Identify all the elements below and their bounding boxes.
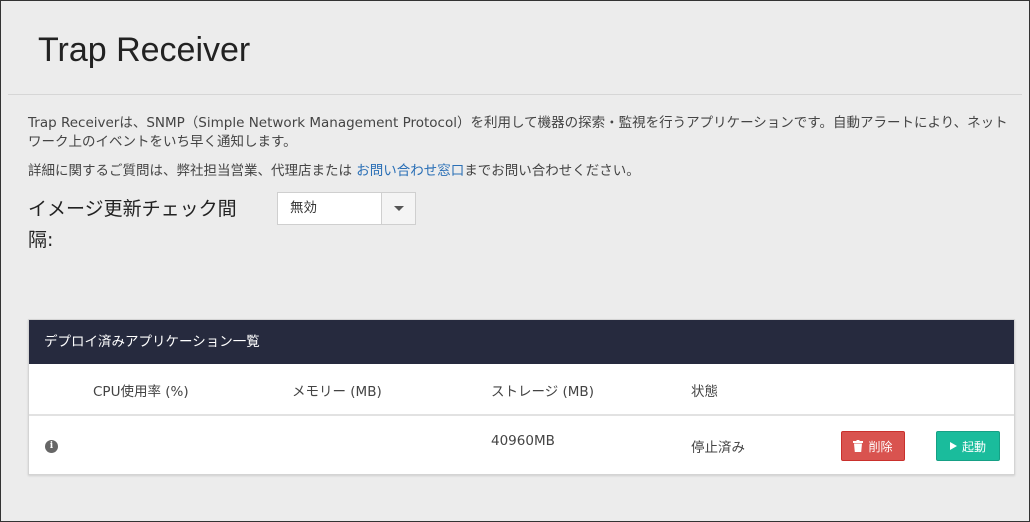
app-description: Trap Receiverは、SNMP（Simple Network Manag…	[28, 115, 1008, 150]
start-button[interactable]: 起動	[936, 431, 1000, 461]
image-check-interval-select[interactable]: 無効	[277, 192, 416, 225]
page-title: Trap Receiver	[38, 31, 251, 69]
title-divider	[8, 94, 1022, 95]
panel-title: デプロイ済みアプリケーション一覧	[29, 320, 1014, 364]
contact-note-prefix: 詳細に関するご質問は、弊社担当営業、代理店または	[28, 163, 357, 179]
status-value: 停止済み	[691, 440, 745, 456]
delete-button-label: 削除	[868, 439, 893, 454]
deployed-apps-panel: デプロイ済みアプリケーション一覧 CPU使用率 (%) メモリー (MB) スト…	[28, 319, 1015, 475]
image-check-interval-value[interactable]: 無効	[278, 193, 381, 224]
column-storage: ストレージ (MB)	[491, 384, 594, 400]
trash-icon	[853, 440, 864, 452]
contact-link[interactable]: お問い合わせ窓口	[356, 163, 464, 179]
table-row: i 40960MB 停止済み 削除 起動	[29, 416, 1014, 474]
info-icon[interactable]: i	[45, 440, 58, 453]
image-check-interval-label: イメージ更新チェック間隔:	[28, 198, 237, 251]
play-icon	[949, 442, 957, 450]
contact-note: 詳細に関するご質問は、弊社担当営業、代理店または お問い合わせ窓口までお問い合わ…	[28, 162, 1018, 181]
start-button-label: 起動	[961, 439, 986, 454]
delete-button[interactable]: 削除	[841, 431, 905, 461]
column-memory: メモリー (MB)	[292, 384, 382, 400]
storage-value: 40960MB	[491, 433, 555, 449]
caret-down-icon[interactable]	[381, 193, 415, 224]
column-status: 状態	[691, 384, 718, 400]
table-header: CPU使用率 (%) メモリー (MB) ストレージ (MB) 状態	[29, 364, 1014, 416]
column-cpu: CPU使用率 (%)	[93, 384, 189, 400]
contact-note-suffix: までお問い合わせください。	[464, 163, 640, 179]
